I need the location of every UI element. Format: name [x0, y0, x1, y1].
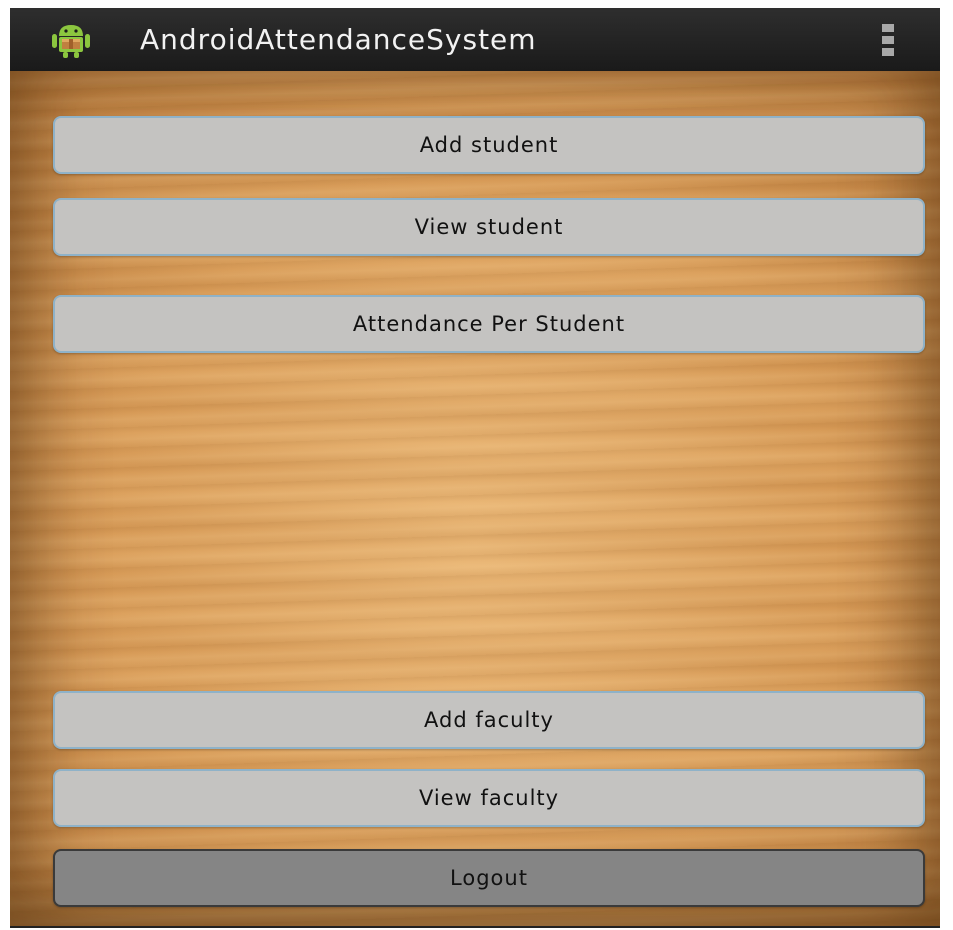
bottom-divider	[10, 926, 940, 928]
overflow-menu-icon[interactable]	[882, 24, 896, 56]
main-content: Add student View student Attendance Per …	[10, 71, 940, 928]
view-faculty-button[interactable]: View faculty	[53, 769, 925, 827]
overflow-dot	[882, 24, 894, 32]
add-student-button[interactable]: Add student	[53, 116, 925, 174]
app-title: AndroidAttendanceSystem	[140, 23, 537, 56]
add-faculty-button[interactable]: Add faculty	[53, 691, 925, 749]
logout-button[interactable]: Logout	[53, 849, 925, 907]
action-bar: AndroidAttendanceSystem	[10, 8, 940, 71]
view-student-button[interactable]: View student	[53, 198, 925, 256]
overflow-dot	[882, 48, 894, 56]
app-screen: AndroidAttendanceSystem Add student View…	[10, 8, 940, 928]
overflow-dot	[882, 36, 894, 44]
android-robot-icon[interactable]	[52, 22, 90, 58]
attendance-per-student-button[interactable]: Attendance Per Student	[53, 295, 925, 353]
